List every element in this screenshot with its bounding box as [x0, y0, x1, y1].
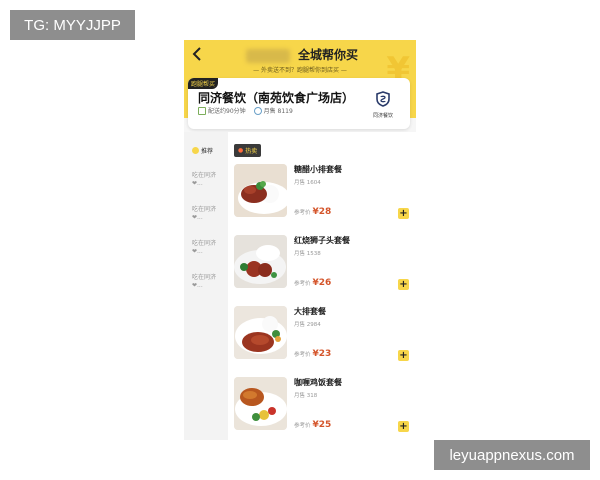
category-item[interactable]: 吃在同济❤... [192, 240, 222, 256]
add-to-cart-button[interactable]: + [398, 421, 409, 432]
price-label: 参考价 [294, 210, 311, 216]
store-sales-label: 月售 8119 [263, 108, 293, 115]
price-row: 参考价 ¥28 [294, 207, 331, 217]
add-to-cart-button[interactable]: + [398, 279, 409, 290]
delivery-time: 配送约90分钟 [198, 106, 246, 115]
price-row: 参考价 ¥23 [294, 349, 331, 359]
product-item[interactable]: 糖醋小排套餐 月售 1604 参考价 ¥28 + [234, 164, 412, 224]
service-tag: 跑腿帮买 [188, 78, 219, 89]
flame-icon: ● [238, 147, 244, 154]
product-name: 糖醋小排套餐 [294, 165, 342, 174]
page-subtitle: — 外卖送不到？跑腿帮你到店买 — [253, 67, 347, 74]
price-row: 参考价 ¥26 [294, 278, 331, 288]
product-sales: 月售 318 [294, 393, 318, 399]
price-label: 参考价 [294, 352, 311, 358]
store-name: 同济餐饮（南苑饮食广场店） [198, 91, 355, 105]
category-item[interactable]: 吃在同济❤... [192, 172, 222, 188]
pork-chop-dish-icon [234, 306, 287, 359]
ribs-dish-icon [234, 164, 287, 217]
back-button[interactable] [192, 46, 206, 64]
product-item[interactable]: 咖喱鸡饭套餐 月售 318 参考价 ¥25 + [234, 377, 412, 437]
sales-icon [253, 106, 262, 115]
product-name: 红烧狮子头套餐 [294, 236, 350, 245]
store-logo: 同济餐饮 [368, 91, 398, 119]
chevron-left-icon [192, 47, 201, 61]
store-sales: 月售 8119 [253, 106, 293, 115]
category-sidebar: 推荐 吃在同济❤... 吃在同济❤... 吃在同济❤... 吃在同济❤... [184, 132, 228, 440]
category-item[interactable]: 吃在同济❤... [192, 206, 222, 222]
watermark-bottom: leyuappnexus.com [434, 440, 590, 470]
product-price: ¥26 [312, 278, 332, 288]
store-logo-text: 同济餐饮 [372, 113, 393, 119]
product-price: ¥23 [312, 349, 332, 359]
dish-image-meatballs [234, 235, 287, 288]
add-to-cart-button[interactable]: + [398, 208, 409, 219]
category-recommend[interactable]: 推荐 [192, 146, 213, 155]
product-price: ¥28 [312, 207, 332, 217]
product-item[interactable]: 大排套餐 月售 2984 参考价 ¥23 + [234, 306, 412, 366]
product-price: ¥25 [312, 420, 332, 430]
hot-section-tag: ● 热卖 [234, 144, 262, 157]
product-sales: 月售 2984 [294, 322, 321, 328]
clock-icon [198, 106, 206, 115]
dish-image-pork-chop [234, 306, 287, 359]
watermark-top: TG: MYYJJPP [10, 10, 135, 40]
store-meta: 配送约90分钟 月售 8119 [198, 106, 293, 115]
product-name: 大排套餐 [294, 307, 326, 316]
blurred-text [246, 49, 290, 63]
phone-screen: ¥ 全城帮你买 — 外卖送不到？跑腿帮你到店买 — 跑腿帮买 同济餐饮（南苑饮食… [184, 40, 416, 440]
dish-image-curry-chicken [234, 377, 287, 430]
hot-section-label: 热卖 [245, 148, 258, 155]
product-sales: 月售 1604 [294, 180, 321, 186]
price-label: 参考价 [294, 423, 311, 429]
page-title: 全城帮你买 [298, 48, 359, 62]
curry-chicken-dish-icon [234, 377, 287, 430]
price-row: 参考价 ¥25 [294, 420, 331, 430]
shield-logo-icon [376, 91, 390, 107]
product-sales: 月售 1538 [294, 251, 321, 257]
product-item[interactable]: 红烧狮子头套餐 月售 1538 参考价 ¥26 + [234, 235, 412, 295]
dish-image-ribs [234, 164, 287, 217]
add-to-cart-button[interactable]: + [398, 350, 409, 361]
category-item[interactable]: 吃在同济❤... [192, 274, 222, 290]
meatballs-dish-icon [234, 235, 287, 288]
delivery-time-label: 配送约90分钟 [208, 108, 246, 115]
recommend-icon [192, 147, 199, 154]
product-list: ● 热卖 糖醋小排套餐 月售 1604 参考价 ¥28 + 红烧狮子头套餐 月售… [228, 132, 416, 440]
category-recommend-label: 推荐 [201, 148, 214, 155]
store-card[interactable]: 跑腿帮买 同济餐饮（南苑饮食广场店） 配送约90分钟 月售 8119 同济餐饮 [188, 78, 410, 129]
product-name: 咖喱鸡饭套餐 [294, 378, 342, 387]
price-label: 参考价 [294, 281, 311, 287]
